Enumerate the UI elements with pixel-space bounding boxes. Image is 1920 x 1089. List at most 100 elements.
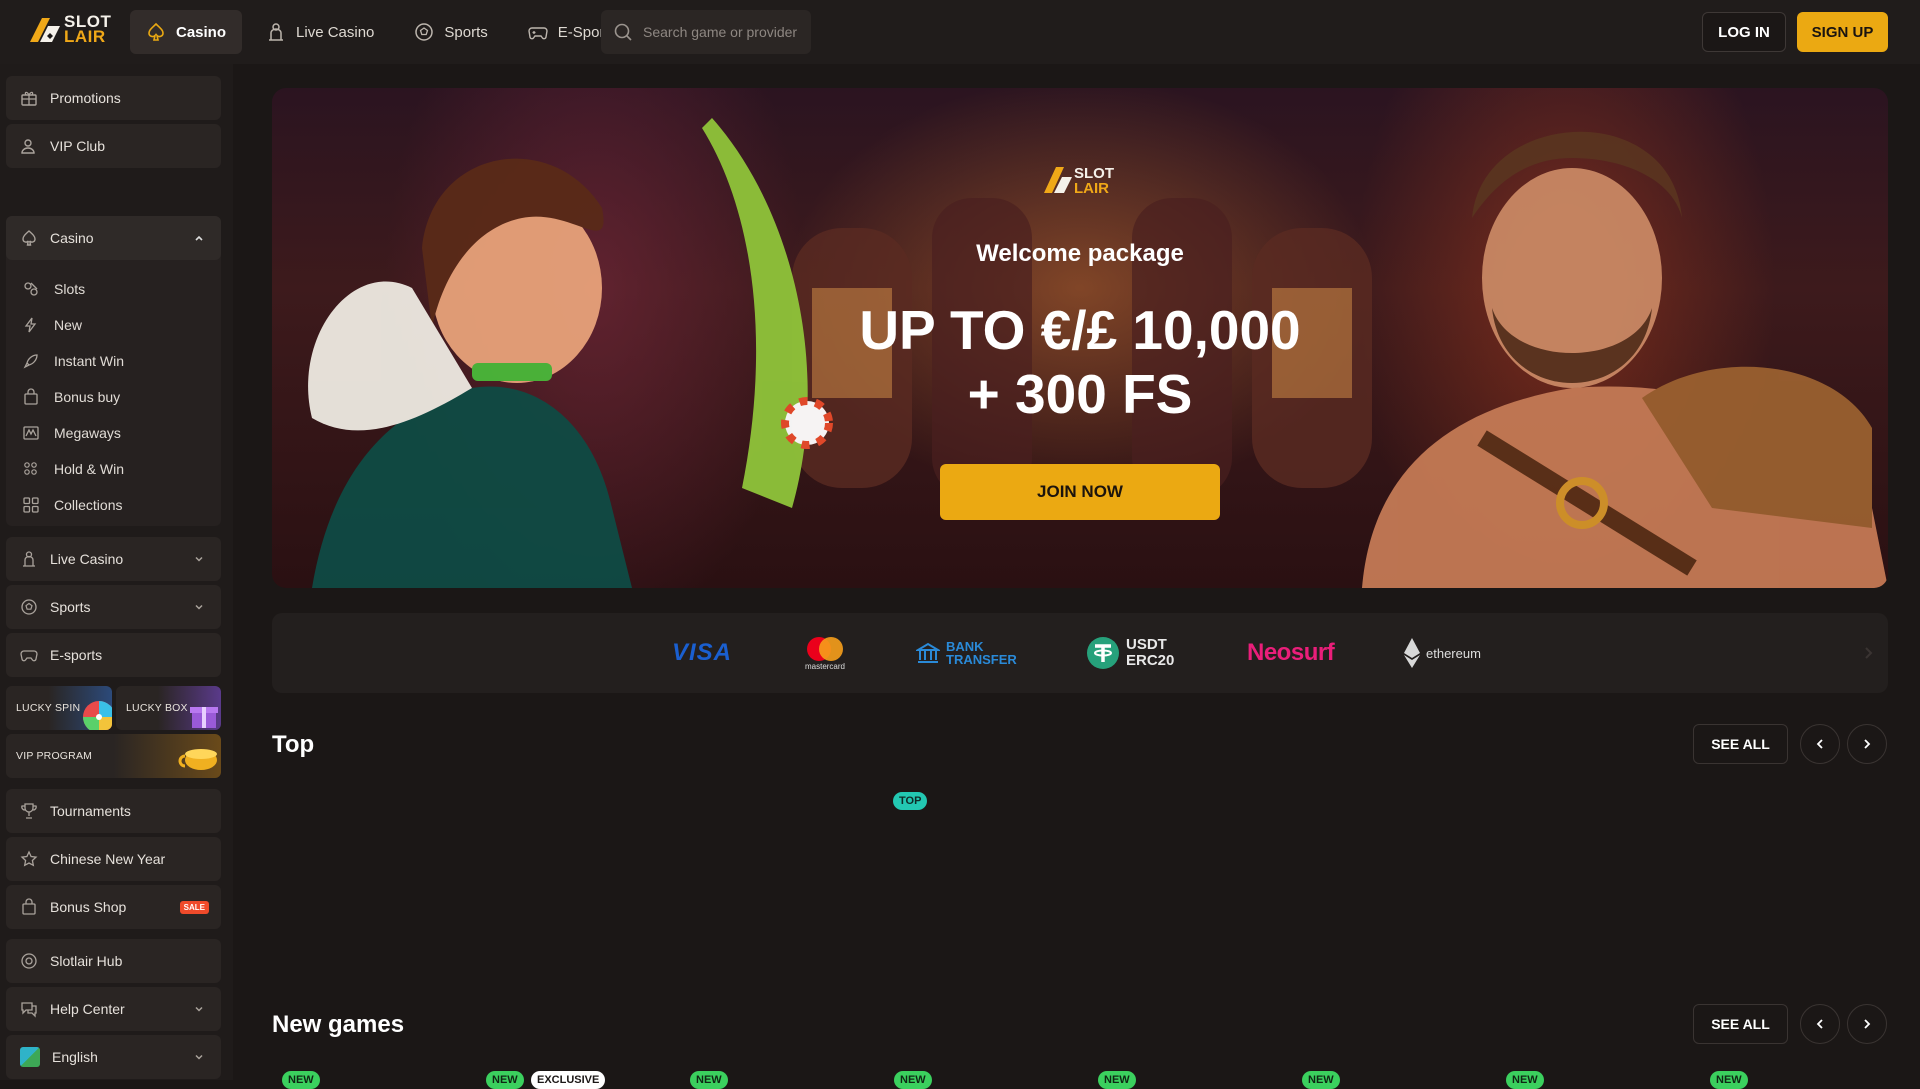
nav-sports[interactable]: Sports (398, 10, 503, 54)
sidebar-item-help-center[interactable]: Help Center (6, 987, 221, 1031)
payment-methods-bar: VISA mastercard BANK TRANSFER USDT ERC20… (272, 613, 1888, 693)
sidebar-sub-instant-win[interactable]: Instant Win (22, 343, 124, 379)
sidebar-item-promotions[interactable]: Promotions (6, 76, 221, 120)
sidebar-item-vip-club[interactable]: VIP Club (6, 124, 221, 168)
language-selector[interactable]: English (6, 1035, 221, 1079)
sidebar-label-tournaments: Tournaments (50, 803, 131, 819)
hero-title-line2: + 300 FS (967, 363, 1193, 425)
sidebar-item-esports[interactable]: E-sports (6, 633, 221, 677)
sidebar-item-tournaments[interactable]: Tournaments (6, 789, 221, 833)
spade-icon (148, 22, 164, 41)
top-bar: SLOT LAIR Casino Live Casino Sports E-Sp… (0, 0, 1920, 64)
sidebar-item-bonus-shop[interactable]: Bonus Shop SALE (6, 885, 221, 929)
sidebar-label-promotions: Promotions (50, 90, 121, 106)
new-badge: NEW (1302, 1071, 1340, 1089)
chevron-down-icon[interactable] (193, 1051, 205, 1063)
tether-icon (1087, 637, 1119, 669)
section-title-new-games: New games (272, 1011, 405, 1038)
sale-badge: SALE (179, 901, 209, 914)
chevron-left-icon (1816, 739, 1823, 749)
ethereum-label: ethereum (1426, 645, 1481, 661)
hero-title: UP TO €/£ 10,000 + 300 FS (272, 298, 1888, 426)
nav-casino-label: Casino (176, 23, 227, 41)
sidebar-item-live-casino[interactable]: Live Casino (6, 537, 221, 581)
sidebar-label-vip-club: VIP Club (50, 138, 105, 154)
sidebar-item-sports[interactable]: Sports (6, 585, 221, 629)
bank-transfer-label: BANK TRANSFER (946, 639, 1017, 667)
chevron-down-icon[interactable] (193, 601, 205, 613)
see-all-top-button[interactable]: SEE ALL (1693, 724, 1788, 764)
sidebar-sub-label: Megaways (54, 425, 121, 441)
lucky-spin-tile[interactable]: LUCKY SPIN (6, 686, 112, 730)
chevron-right-icon[interactable] (1862, 645, 1874, 661)
globe-flag-icon (20, 1047, 40, 1067)
mastercard-label: mastercard (804, 661, 845, 671)
sidebar-label-esports: E-sports (50, 647, 103, 663)
shopping-bag-icon (22, 898, 36, 915)
sidebar-sub-label: Instant Win (54, 353, 125, 369)
search-box[interactable] (601, 10, 811, 54)
new-badge: NEW (1506, 1071, 1544, 1089)
see-all-new-games-button[interactable]: SEE ALL (1693, 1004, 1788, 1044)
trophy-cup-icon (178, 749, 217, 770)
hub-icon (21, 953, 37, 969)
next-top-button[interactable] (1847, 724, 1887, 764)
join-now-button[interactable]: JOIN NOW (940, 464, 1220, 520)
exclusive-badge: EXCLUSIVE (531, 1071, 606, 1089)
usdt-label: USDT ERC20 (1126, 636, 1175, 669)
sidebar-sub-new[interactable]: New (22, 307, 82, 343)
login-button[interactable]: LOG IN (1702, 12, 1786, 52)
neosurf-label: Neosurf (1247, 639, 1335, 666)
next-new-games-button[interactable] (1847, 1004, 1887, 1044)
sidebar-label-sports: Sports (50, 599, 91, 615)
chevron-left-icon (1816, 1019, 1823, 1029)
vip-program-tile[interactable]: VIP PROGRAM (6, 734, 221, 778)
prev-new-games-button[interactable] (1800, 1004, 1840, 1044)
signup-button[interactable]: SIGN UP (1797, 12, 1888, 52)
sidebar-sub-slots[interactable]: Slots (22, 271, 85, 307)
soccer-ball-icon (415, 23, 434, 41)
sidebar-sub-collections[interactable]: Collections (22, 487, 122, 523)
prev-top-button[interactable] (1800, 724, 1840, 764)
sidebar-label-bonus-shop: Bonus Shop (50, 899, 127, 915)
sidebar-item-casino[interactable]: Casino (6, 216, 221, 260)
sidebar-sub-bonus-buy[interactable]: Bonus buy (22, 379, 120, 415)
logo-mark-icon (30, 18, 60, 42)
sidebar: Promotions VIP Club Casino Slots New Ins… (0, 64, 233, 1080)
top-badge: TOP (893, 792, 928, 810)
nav-live-casino[interactable]: Live Casino (250, 10, 390, 54)
sidebar-sub-hold-win[interactable]: Hold & Win (22, 451, 124, 487)
hero-title-line1: UP TO €/£ 10,000 (859, 299, 1301, 361)
sidebar-item-chinese-new-year[interactable]: Chinese New Year (6, 837, 221, 881)
lightning-icon (24, 317, 37, 333)
chevron-down-icon[interactable] (193, 1003, 205, 1015)
bank-transfer-logo: BANK TRANSFER (916, 631, 1026, 675)
ethereum-logo: ethereum (1402, 631, 1481, 675)
sidebar-sub-label: Hold & Win (54, 461, 125, 477)
visa-logo: VISA (672, 631, 732, 675)
sidebar-sub-megaways[interactable]: Megaways (22, 415, 121, 451)
chevron-up-icon[interactable] (193, 232, 205, 244)
coins-icon (24, 462, 37, 475)
casino-group: Casino Slots New Instant Win Bonus buy M… (6, 216, 221, 526)
sidebar-label-chinese-new-year: Chinese New Year (50, 851, 166, 867)
lucky-box-tile[interactable]: LUCKY BOX (116, 686, 221, 730)
shopping-bag-icon (24, 388, 38, 405)
hero-banner[interactable]: SLOT LAIR Welcome package UP TO €/£ 10,0… (272, 88, 1888, 588)
mastercard-icon (807, 636, 843, 661)
grid-icon (23, 497, 39, 513)
nav-casino[interactable]: Casino (130, 10, 243, 54)
chevron-right-icon (1864, 1019, 1871, 1029)
site-logo[interactable]: SLOT LAIR (28, 13, 111, 45)
new-badge: NEW (1710, 1071, 1748, 1089)
sidebar-sub-label: Slots (54, 281, 86, 297)
sidebar-item-slotlair-hub[interactable]: Slotlair Hub (6, 939, 221, 983)
chevron-down-icon[interactable] (193, 553, 205, 565)
wheel-icon (83, 701, 112, 730)
chevron-right-icon (1864, 739, 1871, 749)
spade-icon (22, 230, 36, 246)
new-badge: NEW (486, 1071, 524, 1089)
search-input[interactable] (643, 24, 803, 40)
dealer-icon (23, 551, 35, 567)
trophy-icon (21, 803, 37, 819)
